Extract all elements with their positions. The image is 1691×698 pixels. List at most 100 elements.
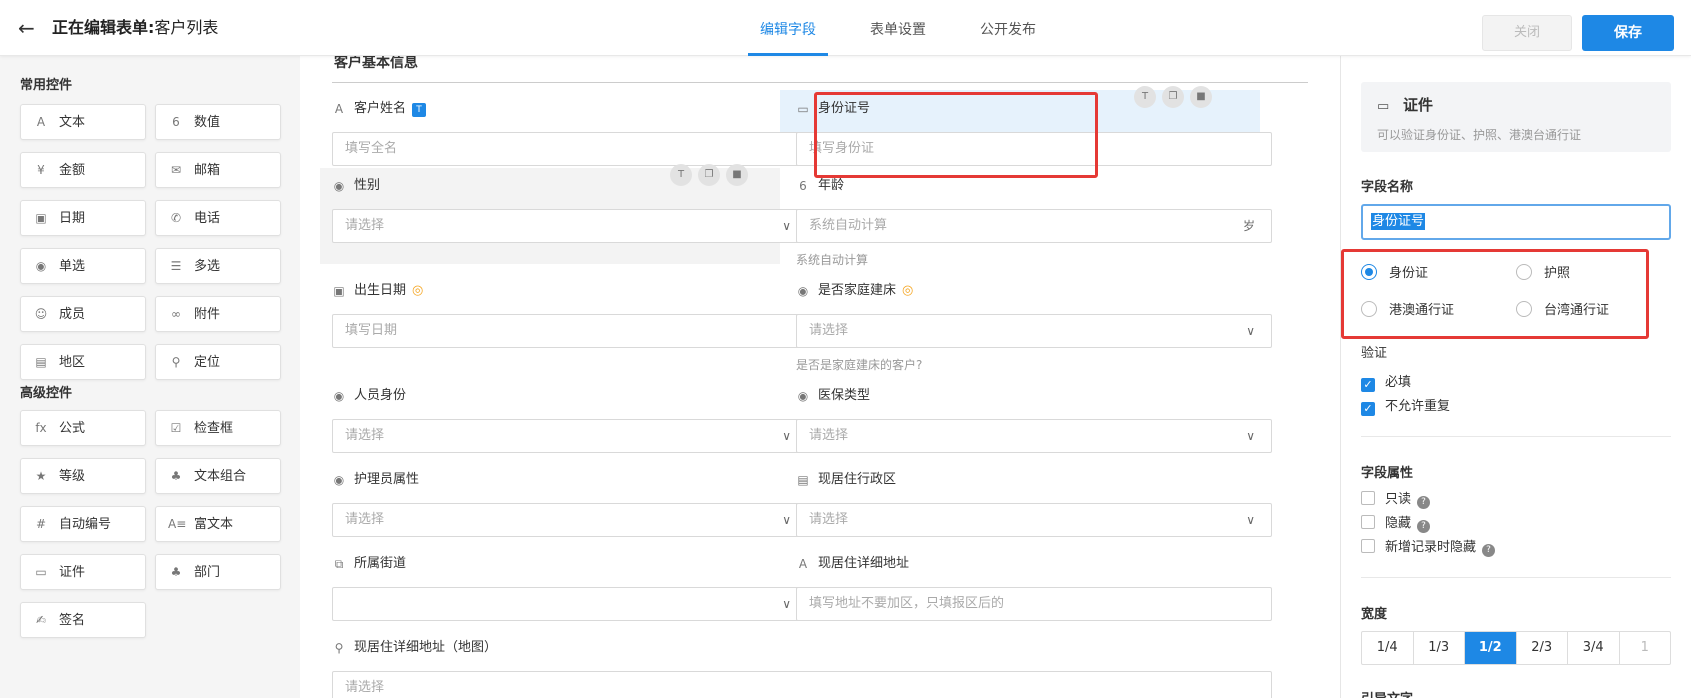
checkbox-hide-on-new[interactable]: 新增记录时隐藏? <box>1361 539 1496 557</box>
map-address-select[interactable]: 请选择 <box>332 671 1272 698</box>
tab-edit-fields[interactable]: 编辑字段 <box>748 0 828 56</box>
control-type-title: 证件 <box>1403 96 1434 114</box>
title-field-icon[interactable]: T <box>1134 86 1156 108</box>
control-5[interactable]: A≡ 富文本 <box>155 506 281 542</box>
control-0[interactable]: fx 公式 <box>20 410 146 446</box>
control-type-icon: ☰ <box>170 259 182 273</box>
control-label: 部门 <box>194 565 221 580</box>
control-10[interactable]: ▤ 地区 <box>20 344 146 380</box>
radio-icon: ◉ <box>797 284 809 298</box>
insurance-select[interactable]: 请选择 ∨ <box>796 419 1272 453</box>
control-type-icon: ∞ <box>171 307 181 321</box>
tab-bar: 编辑字段 表单设置 公开发布 <box>748 0 1078 56</box>
checkbox-no-duplicate[interactable]: ✓ 不允许重复 <box>1361 399 1450 416</box>
control-type-icon: ☺ <box>34 307 48 321</box>
control-label: 单选 <box>59 259 86 274</box>
control-label: 签名 <box>59 613 86 628</box>
location-pin-icon: ⚲ <box>334 641 344 655</box>
control-4[interactable]: ▣ 日期 <box>20 200 146 236</box>
control-type-icon: ✉ <box>170 163 182 177</box>
number-icon: 6 <box>799 179 807 193</box>
control-type-icon: ▣ <box>35 211 47 225</box>
age-hint: 系统自动计算 <box>796 253 869 267</box>
control-5[interactable]: ✆ 电话 <box>155 200 281 236</box>
control-3[interactable]: ♣ 文本组合 <box>155 458 281 494</box>
control-6[interactable]: ◉ 单选 <box>20 248 146 284</box>
control-0[interactable]: A 文本 <box>20 104 146 140</box>
control-type-desc: 可以验证身份证、护照、港澳台通行证 <box>1377 128 1582 142</box>
radio-taiwan-pass[interactable]: 台湾通行证 <box>1516 301 1609 319</box>
control-3[interactable]: ✉ 邮箱 <box>155 152 281 188</box>
selected-field-tools: T ❐ ■ <box>1134 86 1212 108</box>
radio-hk-macau-pass[interactable]: 港澳通行证 <box>1361 301 1454 319</box>
home-bed-select[interactable]: 请选择 ∨ <box>796 314 1272 348</box>
control-type-icon: ♣ <box>170 469 182 483</box>
width-option-3-4[interactable]: 3/4 <box>1568 632 1620 664</box>
property-panel: ▭ 证件 可以验证身份证、护照、港澳台通行证 字段名称 身份证号 身份证 护照 港… <box>1340 56 1691 698</box>
check-icon: ✓ <box>1361 378 1375 392</box>
width-option-1-2[interactable]: 1/2 <box>1465 632 1517 664</box>
control-8[interactable]: ☺ 成员 <box>20 296 146 332</box>
eye-hidden-icon: ◎ <box>902 283 914 298</box>
checkbox-readonly[interactable]: 只读? <box>1361 491 1431 509</box>
age-unit: 岁 <box>1242 219 1255 233</box>
delete-icon[interactable]: ■ <box>726 164 748 186</box>
back-arrow-icon[interactable]: ← <box>18 18 38 38</box>
radio-icon: ◉ <box>333 179 345 193</box>
close-button[interactable]: 关闭 <box>1482 15 1572 51</box>
identity-select[interactable]: 请选择 ∨ <box>332 419 808 453</box>
district-select[interactable]: 请选择 ∨ <box>796 503 1272 537</box>
control-label: 等级 <box>59 469 86 484</box>
control-6[interactable]: ▭ 证件 <box>20 554 146 590</box>
field-name-input[interactable]: 身份证号 <box>1361 204 1671 240</box>
control-type-icon: A <box>36 115 46 129</box>
control-11[interactable]: ⚲ 定位 <box>155 344 281 380</box>
address-input[interactable]: 填写地址不要加区，只填报区后的 <box>796 587 1272 621</box>
checkbox-required[interactable]: ✓ 必填 <box>1361 375 1411 392</box>
tab-form-settings[interactable]: 表单设置 <box>858 0 938 56</box>
customer-name-input[interactable]: 填写全名 <box>332 132 808 166</box>
chevron-down-icon: ∨ <box>1246 513 1255 527</box>
delete-icon[interactable]: ■ <box>1190 86 1212 108</box>
control-label: 自动编号 <box>59 517 112 532</box>
gender-select[interactable]: 请选择 ∨ <box>332 209 808 243</box>
control-1[interactable]: 6 数值 <box>155 104 281 140</box>
copy-icon[interactable]: ❐ <box>698 164 720 186</box>
age-input[interactable]: 系统自动计算岁 <box>796 209 1272 243</box>
control-type-icon: ☑ <box>170 421 182 435</box>
width-option-full[interactable]: 1 <box>1620 632 1671 664</box>
copy-icon[interactable]: ❐ <box>1162 86 1184 108</box>
control-8[interactable]: ✍ 签名 <box>20 602 146 638</box>
control-label: 数值 <box>194 115 221 130</box>
control-9[interactable]: ∞ 附件 <box>155 296 281 332</box>
title-field-icon[interactable]: T <box>670 164 692 186</box>
control-type-icon: ⚲ <box>171 355 181 369</box>
radio-dot <box>1516 301 1532 317</box>
help-icon[interactable]: ? <box>1417 520 1431 533</box>
control-7[interactable]: ☰ 多选 <box>155 248 281 284</box>
control-4[interactable]: # 自动编号 <box>20 506 146 542</box>
birth-date-input[interactable]: 填写日期 <box>332 314 808 348</box>
control-palette: 常用控件 A 文本 6 数值 ¥ 金额 ✉ 邮箱 ▣ 日期 ✆ 电话 ◉ 单选 ☰ 多选 ☺ 成员 ∞ 附件 ▤ 地区 ⚲ 定… <box>0 56 300 698</box>
width-option-1-4[interactable]: 1/4 <box>1362 632 1414 664</box>
width-option-1-3[interactable]: 1/3 <box>1414 632 1465 664</box>
control-1[interactable]: ☑ 检查框 <box>155 410 281 446</box>
help-icon[interactable]: ? <box>1417 496 1431 509</box>
control-label: 检查框 <box>194 421 234 436</box>
tab-publish[interactable]: 公开发布 <box>968 0 1048 56</box>
width-option-2-3[interactable]: 2/3 <box>1517 632 1568 664</box>
id-number-input[interactable]: 填写身份证 <box>796 132 1272 166</box>
radio-passport[interactable]: 护照 <box>1516 264 1570 282</box>
width-label: 宽度 <box>1361 607 1388 622</box>
help-icon[interactable]: ? <box>1482 544 1496 557</box>
control-label: 定位 <box>194 355 221 370</box>
control-2[interactable]: ¥ 金额 <box>20 152 146 188</box>
checkbox-hidden[interactable]: 隐藏? <box>1361 515 1431 533</box>
control-7[interactable]: ♣ 部门 <box>155 554 281 590</box>
control-2[interactable]: ★ 等级 <box>20 458 146 494</box>
street-select[interactable]: ∨ <box>332 587 808 621</box>
save-button[interactable]: 保存 <box>1582 15 1674 51</box>
radio-id-card[interactable]: 身份证 <box>1361 264 1428 282</box>
radio-dot <box>1361 301 1377 317</box>
nurse-select[interactable]: 请选择 ∨ <box>332 503 808 537</box>
